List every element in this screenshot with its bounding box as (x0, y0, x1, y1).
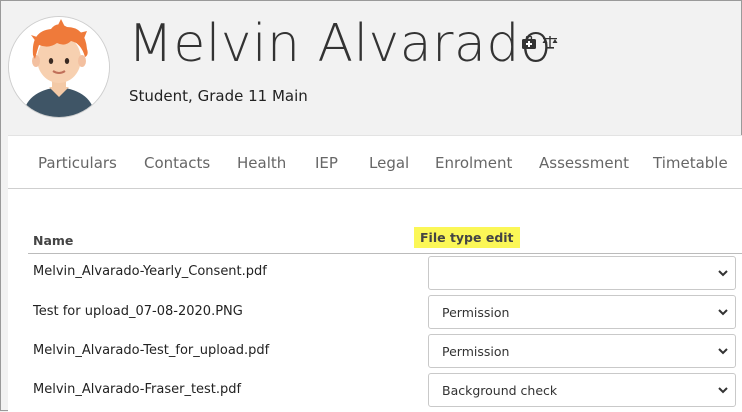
student-subtitle: Student, Grade 11 Main (129, 87, 308, 105)
file-type-column-header: File type edit (414, 227, 520, 248)
student-avatar-icon (9, 17, 109, 117)
file-name-4[interactable]: Melvin_Alvarado-Fraser_test.pdf (33, 382, 241, 397)
tab-iep[interactable]: IEP (315, 154, 338, 172)
student-name: Melvin Alvarado (128, 14, 553, 74)
file-name-3[interactable]: Melvin_Alvarado-Test_for_upload.pdf (33, 343, 269, 358)
file-name-1[interactable]: Melvin_Alvarado-Yearly_Consent.pdf (33, 264, 267, 279)
chevron-down-icon (718, 387, 728, 394)
tab-assessment[interactable]: Assessment (539, 154, 629, 172)
file-type-select-2[interactable]: Permission (428, 295, 736, 329)
content-card: Particulars Contacts Health IEP Legal En… (8, 135, 742, 412)
file-type-select-4[interactable]: Background check (428, 373, 736, 407)
tab-particulars[interactable]: Particulars (38, 154, 117, 172)
tab-enrolment[interactable]: Enrolment (435, 154, 512, 172)
tab-legal[interactable]: Legal (369, 154, 409, 172)
file-type-header-label: File type edit (414, 227, 520, 248)
name-icons (522, 36, 558, 49)
tab-contacts[interactable]: Contacts (144, 154, 210, 172)
tab-health[interactable]: Health (237, 154, 286, 172)
file-type-select-3[interactable]: Permission (428, 334, 736, 368)
avatar (8, 16, 110, 118)
file-name-2[interactable]: Test for upload_07-08-2020.PNG (33, 304, 243, 319)
medical-kit-icon[interactable] (522, 36, 536, 49)
file-type-value-3: Permission (442, 344, 510, 359)
file-type-value-2: Permission (442, 305, 510, 320)
chevron-down-icon (718, 270, 728, 277)
chevron-down-icon (718, 309, 728, 316)
header-divider (28, 253, 742, 254)
file-type-value-4: Background check (442, 383, 558, 398)
tab-timetable[interactable]: Timetable (653, 154, 728, 172)
scales-icon[interactable] (542, 36, 558, 49)
file-type-select-1[interactable] (428, 256, 736, 290)
tab-bar: Particulars Contacts Health IEP Legal En… (8, 136, 742, 189)
chevron-down-icon (718, 348, 728, 355)
name-column-header: Name (33, 233, 74, 248)
